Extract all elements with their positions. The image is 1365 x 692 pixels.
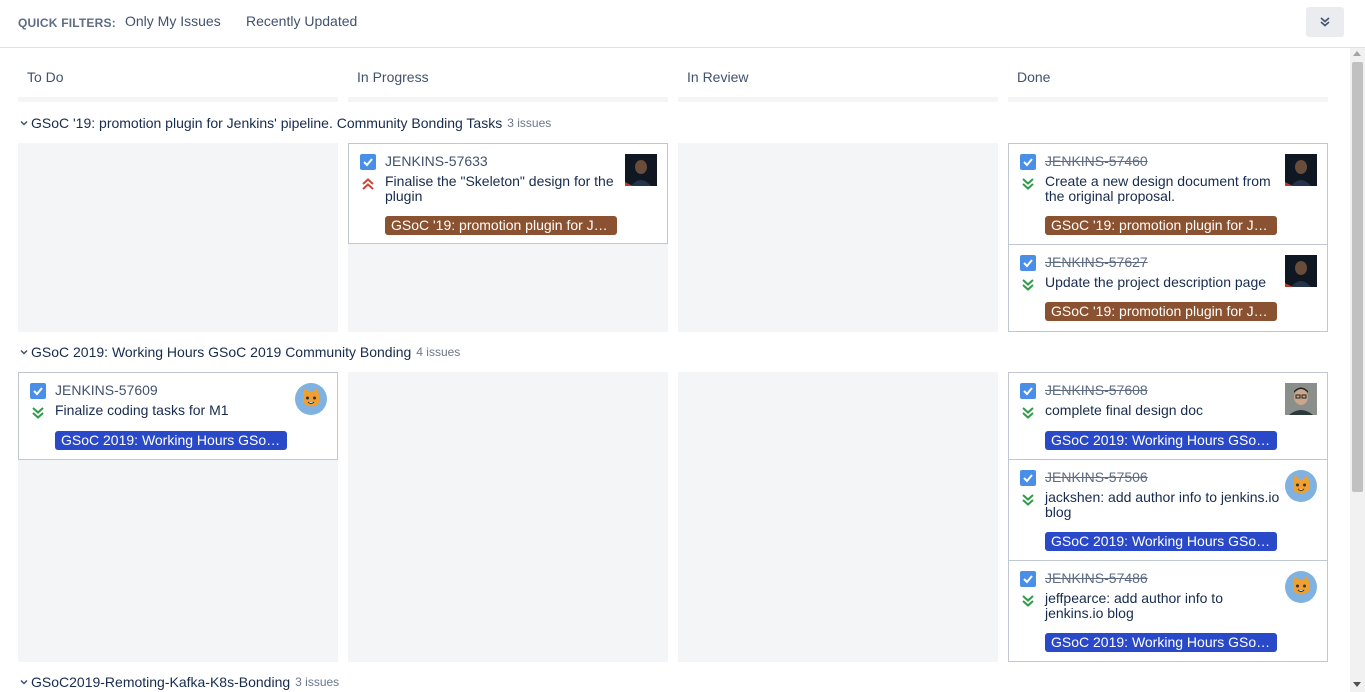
task-checkbox-icon <box>1020 383 1036 399</box>
column-title: In Review <box>687 69 749 85</box>
swimlane-header[interactable]: GSoC '19: promotion plugin for Jenkins' … <box>18 113 551 133</box>
assignee-avatar[interactable] <box>625 154 657 186</box>
scrollbar-thumb[interactable] <box>1352 62 1363 492</box>
swimlane-title: GSoC 2019: Working Hours GSoC 2019 Commu… <box>31 344 412 360</box>
issue-summary: jackshen: add author info to jenkins.io … <box>1045 489 1280 520</box>
priority-lowest-icon <box>1022 595 1034 607</box>
double-chevron-down-icon <box>1320 17 1330 27</box>
priority-lowest-icon <box>1022 407 1034 419</box>
lane-done: JENKINS-57460 Create a new design docume… <box>1008 143 1328 332</box>
lane-in-progress: JENKINS-57633 Finalise the "Skeleton" de… <box>348 143 668 332</box>
issue-key[interactable]: JENKINS-57633 <box>385 153 488 169</box>
issue-summary: Finalize coding tasks for M1 <box>55 402 229 418</box>
filter-only-my-issues[interactable]: Only My Issues <box>125 13 221 29</box>
cat-avatar-icon[interactable] <box>295 383 327 415</box>
swimlane-issue-count: 4 issues <box>416 345 461 359</box>
chevron-down-icon[interactable] <box>18 346 30 358</box>
column-header-todo: To Do <box>18 48 338 102</box>
scroll-down-arrow-icon[interactable] <box>1353 682 1361 687</box>
issue-card[interactable]: JENKINS-57460 Create a new design docume… <box>1008 143 1328 245</box>
issue-key[interactable]: JENKINS-57609 <box>55 382 158 398</box>
issue-card[interactable]: JENKINS-57486 jeffpearce: add author inf… <box>1008 561 1328 662</box>
task-checkbox-icon <box>1020 470 1036 486</box>
column-title: To Do <box>27 69 64 85</box>
lane-in-review <box>678 372 998 662</box>
task-checkbox-icon <box>1020 154 1036 170</box>
issue-card[interactable]: JENKINS-57609 Finalize coding tasks for … <box>18 372 338 460</box>
column-header-in-progress: In Progress <box>348 48 668 102</box>
epic-label[interactable]: GSoC '19: promotion plugin for Je… <box>1045 216 1277 235</box>
swimlane-issue-count: 3 issues <box>507 116 552 130</box>
column-divider <box>1008 97 1328 102</box>
swimlane-header[interactable]: GSoC2019-Remoting-Kafka-K8s-Bonding 3 is… <box>18 672 339 692</box>
issue-summary: Finalise the "Skeleton" design for the p… <box>385 173 614 204</box>
vertical-scrollbar[interactable] <box>1350 48 1365 692</box>
assignee-avatar[interactable] <box>1285 255 1317 287</box>
column-title: In Progress <box>357 69 429 85</box>
epic-label[interactable]: GSoC 2019: Working Hours GSoC… <box>1045 532 1277 551</box>
issue-key[interactable]: JENKINS-57506 <box>1045 469 1148 485</box>
epic-label[interactable]: GSoC 2019: Working Hours GSoC… <box>55 431 287 450</box>
swimlane-issue-count: 3 issues <box>295 675 340 689</box>
issue-card[interactable]: JENKINS-57608 complete final design doc … <box>1008 372 1328 460</box>
task-checkbox-icon <box>1020 571 1036 587</box>
quick-filters-bar: QUICK FILTERS: Only My Issues Recently U… <box>0 0 1365 48</box>
task-checkbox-icon <box>360 154 376 170</box>
issue-summary: complete final design doc <box>1045 402 1203 418</box>
priority-lowest-icon <box>32 407 44 419</box>
cat-avatar-icon[interactable] <box>1285 571 1317 603</box>
epic-label[interactable]: GSoC 2019: Working Hours GSoC… <box>1045 633 1277 652</box>
epic-label[interactable]: GSoC '19: promotion plugin for Je… <box>1045 302 1277 321</box>
column-divider <box>678 97 998 102</box>
issue-key[interactable]: JENKINS-57486 <box>1045 570 1148 586</box>
lane-done: JENKINS-57608 complete final design doc … <box>1008 372 1328 662</box>
expand-button[interactable] <box>1306 7 1344 37</box>
task-checkbox-icon <box>30 383 46 399</box>
issue-summary: jeffpearce: add author info to jenkins.i… <box>1045 590 1223 621</box>
issue-summary: Create a new design document from the or… <box>1045 173 1271 204</box>
issue-card[interactable]: JENKINS-57506 jackshen: add author info … <box>1008 460 1328 561</box>
swimlane-title: GSoC '19: promotion plugin for Jenkins' … <box>31 115 503 131</box>
issue-summary: Update the project description page <box>1045 274 1267 290</box>
column-headers: To Do In Progress In Review Done <box>0 48 1350 103</box>
priority-highest-icon <box>362 178 374 190</box>
issue-key[interactable]: JENKINS-57608 <box>1045 382 1148 398</box>
column-header-done: Done <box>1008 48 1328 102</box>
issue-card[interactable]: JENKINS-57633 Finalise the "Skeleton" de… <box>348 143 668 244</box>
chevron-down-icon[interactable] <box>18 676 30 688</box>
filter-recently-updated[interactable]: Recently Updated <box>246 13 357 29</box>
issue-key[interactable]: JENKINS-57460 <box>1045 153 1148 169</box>
issue-card[interactable]: JENKINS-57627 Update the project descrip… <box>1008 245 1328 332</box>
priority-lowest-icon <box>1022 178 1034 190</box>
column-title: Done <box>1017 69 1051 85</box>
scroll-up-arrow-icon[interactable] <box>1353 51 1361 56</box>
lane-todo: JENKINS-57609 Finalize coding tasks for … <box>18 372 338 662</box>
cat-avatar-icon[interactable] <box>1285 470 1317 502</box>
column-divider <box>348 97 668 102</box>
epic-label[interactable]: GSoC 2019: Working Hours GSoC… <box>1045 431 1277 450</box>
assignee-avatar[interactable] <box>1285 383 1317 415</box>
column-divider <box>18 97 338 102</box>
lane-in-progress <box>348 372 668 662</box>
quick-filters-label: QUICK FILTERS: <box>18 16 116 30</box>
issue-key[interactable]: JENKINS-57627 <box>1045 254 1148 270</box>
lane-todo <box>18 143 338 332</box>
epic-label[interactable]: GSoC '19: promotion plugin for Je… <box>385 216 617 235</box>
priority-lowest-icon <box>1022 494 1034 506</box>
column-header-in-review: In Review <box>678 48 998 102</box>
priority-lowest-icon <box>1022 279 1034 291</box>
swimlane-header[interactable]: GSoC 2019: Working Hours GSoC 2019 Commu… <box>18 342 460 362</box>
lane-in-review <box>678 143 998 332</box>
chevron-down-icon[interactable] <box>18 117 30 129</box>
task-checkbox-icon <box>1020 255 1036 271</box>
assignee-avatar[interactable] <box>1285 154 1317 186</box>
swimlane-title: GSoC2019-Remoting-Kafka-K8s-Bonding <box>31 674 291 690</box>
